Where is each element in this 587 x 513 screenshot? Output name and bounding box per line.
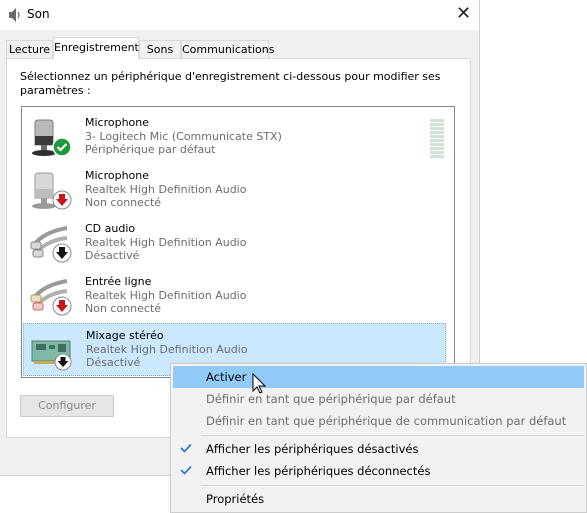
level-meter [430, 119, 444, 158]
device-driver: 3- Logitech Mic (Communicate STX) [85, 130, 282, 143]
device-name: Mixage stéréo [86, 329, 164, 342]
speaker-icon [9, 8, 20, 22]
close-button[interactable]: ✕ [448, 0, 479, 30]
device-driver: Realtek High Definition Audio [86, 343, 248, 356]
device-status: Périphérique par défaut [85, 143, 216, 156]
device-name: CD audio [85, 222, 136, 235]
sound-card-icon [31, 340, 72, 371]
menu-item-show-disabled[interactable]: Afficher les périphériques désactivés [173, 438, 584, 460]
black-down-arrow-icon [52, 243, 72, 263]
device-item[interactable]: CD audio Realtek High Definition Audio D… [23, 217, 446, 268]
menu-item-activer[interactable]: Activer [173, 366, 584, 388]
window-title: Son [27, 7, 50, 21]
tab-enregistrement[interactable]: Enregistrement [53, 37, 139, 59]
audio-cable-icon [30, 279, 72, 316]
device-name: Entrée ligne [85, 275, 152, 288]
red-down-arrow-icon [52, 190, 72, 210]
menu-item-set-default[interactable]: Définir en tant que périphérique par déf… [173, 388, 584, 410]
audio-cable-icon [30, 226, 72, 263]
device-item[interactable]: Microphone 3- Logitech Mic (Communicate … [23, 111, 446, 162]
device-status: Non connecté [85, 196, 162, 209]
microphone-icon [32, 119, 72, 157]
context-menu: Activer Définir en tant que périphérique… [170, 363, 587, 513]
mouse-cursor-icon [252, 373, 266, 394]
configure-button[interactable]: Configurer [20, 395, 114, 417]
title-bar: Son ✕ [0, 0, 479, 30]
tab-lecture[interactable]: Lecture [6, 40, 53, 58]
menu-item-label: Propriétés [206, 492, 265, 506]
menu-item-label: Définir en tant que périphérique par déf… [206, 392, 456, 406]
menu-item-label: Définir en tant que périphérique de comm… [206, 414, 567, 428]
checkmark-icon [180, 443, 192, 453]
menu-separator [201, 485, 584, 486]
device-list[interactable]: Microphone 3- Logitech Mic (Communicate … [21, 106, 455, 378]
checkmark-icon [180, 465, 192, 475]
tab-sons[interactable]: Sons [139, 40, 181, 58]
tab-communications[interactable]: Communications [181, 40, 274, 58]
device-status: Désactivé [86, 356, 141, 369]
device-name: Microphone [85, 116, 150, 129]
red-down-arrow-icon [52, 296, 72, 316]
menu-item-label: Afficher les périphériques déconnectés [206, 464, 431, 478]
green-check-icon [52, 137, 72, 157]
device-driver: Realtek High Definition Audio [85, 236, 247, 249]
device-driver: Realtek High Definition Audio [85, 289, 247, 302]
menu-item-show-disconnected[interactable]: Afficher les périphériques déconnectés [173, 460, 584, 482]
menu-item-properties[interactable]: Propriétés [173, 488, 584, 510]
black-down-arrow-icon [54, 353, 72, 371]
device-status: Non connecté [85, 302, 162, 315]
device-item[interactable]: Entrée ligne Realtek High Definition Aud… [23, 270, 446, 321]
configure-button-label: Configurer [38, 399, 96, 412]
close-icon: ✕ [455, 3, 472, 24]
microphone-icon [32, 172, 72, 210]
menu-item-label: Activer [206, 370, 247, 384]
device-status: Désactivé [85, 249, 140, 262]
device-driver: Realtek High Definition Audio [85, 183, 247, 196]
instructions-text: Sélectionnez un périphérique d'enregistr… [20, 70, 441, 97]
menu-item-label: Afficher les périphériques désactivés [206, 442, 419, 456]
menu-item-set-default-communication[interactable]: Définir en tant que périphérique de comm… [173, 410, 584, 432]
menu-separator [201, 435, 584, 436]
device-name: Microphone [85, 169, 150, 182]
device-item[interactable]: Microphone Realtek High Definition Audio… [23, 164, 446, 215]
